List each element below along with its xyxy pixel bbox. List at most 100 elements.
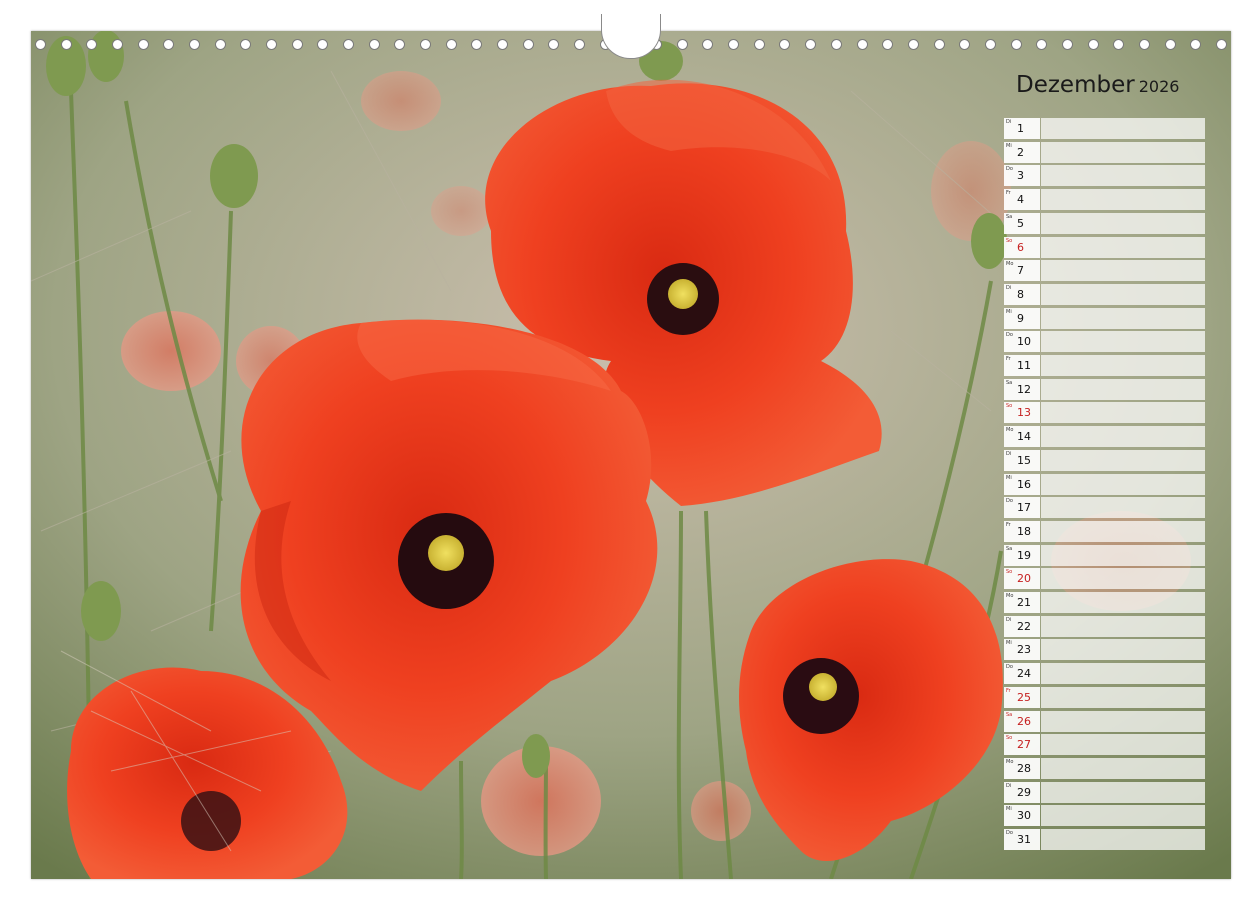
day-row: Do 24 — [1004, 663, 1205, 685]
binding-hole — [856, 38, 868, 50]
day-cell: Di 22 — [1004, 615, 1040, 637]
day-cell: Mi 23 — [1004, 639, 1040, 661]
note-line — [1041, 212, 1205, 234]
day-row: Do 3 — [1004, 165, 1205, 187]
note-line — [1041, 568, 1205, 590]
calendar-page: Dezember 2026 Di 1 Mi 2 Do 3 Fr 4 Sa 5 So 6 Mo 7 Di 8 Mi 9… — [0, 0, 1260, 908]
month-name: Dezember — [1016, 72, 1135, 98]
day-row: Mo 7 — [1004, 260, 1205, 282]
day-row: Sa 12 — [1004, 378, 1205, 400]
day-cell: Di 8 — [1004, 283, 1040, 305]
binding-hole — [214, 38, 226, 50]
day-row: Di 29 — [1004, 781, 1205, 803]
binding-hole — [137, 38, 149, 50]
binding-hole — [1010, 38, 1022, 50]
day-cell: Di 15 — [1004, 449, 1040, 471]
day-number: 23 — [1017, 643, 1031, 657]
binding-hole — [779, 38, 791, 50]
day-row: Fr 18 — [1004, 520, 1205, 542]
day-cell: Fr 4 — [1004, 189, 1040, 211]
day-row: Fr 25 — [1004, 686, 1205, 708]
day-cell: So 20 — [1004, 568, 1040, 590]
note-line — [1041, 473, 1205, 495]
day-cell: Sa 5 — [1004, 212, 1040, 234]
note-line — [1041, 734, 1205, 756]
day-cell: Mi 30 — [1004, 805, 1040, 827]
binding-hole — [1087, 38, 1099, 50]
note-line — [1041, 283, 1205, 305]
day-number: 19 — [1017, 548, 1031, 562]
binding-hole — [959, 38, 971, 50]
day-number: 29 — [1017, 785, 1031, 799]
day-row: Sa 26 — [1004, 710, 1205, 732]
note-line — [1041, 757, 1205, 779]
binding-hole — [933, 38, 945, 50]
day-number: 18 — [1017, 524, 1031, 538]
day-row: Fr 4 — [1004, 189, 1205, 211]
note-line — [1041, 686, 1205, 708]
binding-hole — [445, 38, 457, 50]
day-row: Di 22 — [1004, 615, 1205, 637]
day-row: Di 8 — [1004, 283, 1205, 305]
day-number: 21 — [1017, 596, 1031, 609]
day-row: Mo 21 — [1004, 592, 1205, 613]
day-number: 5 — [1017, 216, 1024, 230]
day-cell: Mi 16 — [1004, 473, 1040, 495]
day-row: Do 17 — [1004, 497, 1205, 519]
day-row: So 13 — [1004, 402, 1205, 424]
day-number: 20 — [1017, 572, 1031, 586]
note-line — [1041, 307, 1205, 329]
binding-hole — [266, 38, 278, 50]
binding-hole — [574, 38, 586, 50]
day-number: 7 — [1017, 264, 1024, 278]
binding-hole — [1061, 38, 1073, 50]
binding-hole — [676, 38, 688, 50]
weekday-abbr: Mo — [1006, 427, 1014, 434]
binding-hole — [471, 38, 483, 50]
binding-hole — [1036, 38, 1048, 50]
day-row: Di 1 — [1004, 118, 1205, 139]
day-number: 6 — [1017, 240, 1024, 254]
weekday-abbr: Fr — [1006, 356, 1011, 362]
day-cell: Mo 14 — [1004, 426, 1040, 448]
day-number: 26 — [1017, 714, 1031, 728]
binding-hole — [805, 38, 817, 50]
binding-hole — [830, 38, 842, 50]
weekday-abbr: Do — [1006, 498, 1013, 505]
note-line — [1041, 402, 1205, 424]
day-cell: So 6 — [1004, 236, 1040, 258]
binding-hole — [1138, 38, 1150, 50]
day-row: Do 31 — [1004, 829, 1205, 850]
binding-hole — [60, 38, 72, 50]
binding-hole — [291, 38, 303, 50]
binding-hole — [394, 38, 406, 50]
note-line — [1041, 355, 1205, 376]
weekday-abbr: Do — [1006, 332, 1013, 339]
weekday-abbr: So — [1006, 735, 1013, 742]
day-row: Mo 14 — [1004, 426, 1205, 448]
day-number: 14 — [1017, 430, 1031, 444]
day-cell: Do 3 — [1004, 165, 1040, 187]
day-number: 15 — [1017, 453, 1031, 467]
note-line — [1041, 520, 1205, 542]
day-cell: Do 10 — [1004, 331, 1040, 353]
note-line — [1041, 615, 1205, 637]
note-line — [1041, 829, 1205, 850]
day-row: Sa 19 — [1004, 544, 1205, 566]
binding-hole — [86, 38, 98, 50]
day-cell: Di 1 — [1004, 118, 1040, 139]
weekday-abbr: So — [1006, 403, 1013, 410]
weekday-abbr: Sa — [1006, 545, 1013, 552]
weekday-abbr: Fr — [1006, 190, 1011, 197]
day-cell: Di 29 — [1004, 781, 1040, 803]
day-number: 22 — [1017, 619, 1031, 633]
binding-hole — [35, 38, 46, 50]
weekday-abbr: Mo — [1006, 593, 1014, 599]
day-cell: Sa 12 — [1004, 378, 1040, 400]
weekday-abbr: So — [1006, 569, 1013, 576]
binding-hole — [317, 38, 329, 50]
day-cell: Mo 21 — [1004, 592, 1040, 613]
day-number: 10 — [1017, 335, 1031, 349]
day-cell: Do 24 — [1004, 663, 1040, 685]
binding-hole — [753, 38, 765, 50]
